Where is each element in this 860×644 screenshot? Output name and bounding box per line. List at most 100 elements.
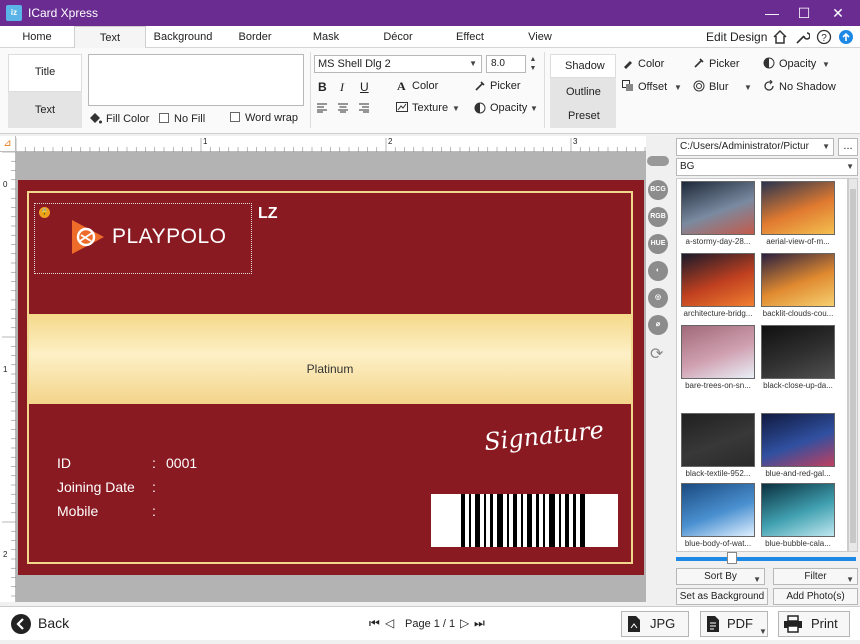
home-icon[interactable] — [772, 29, 788, 45]
sort-by-button[interactable]: Sort By ▼ — [676, 568, 765, 585]
fill-color-button[interactable]: Fill Color — [106, 113, 149, 125]
field-value-id[interactable]: 0001 — [166, 455, 197, 471]
tab-border[interactable]: Border — [228, 26, 282, 48]
thumbnail-caption: blue-bubble-cala... — [765, 539, 831, 548]
next-page-icon[interactable]: ▷ — [460, 616, 469, 630]
tab-decor[interactable]: Décor — [372, 26, 424, 48]
align-center-icon[interactable] — [337, 103, 349, 113]
shadow-opacity-button[interactable]: Opacity — [779, 58, 816, 70]
field-label-joining-date[interactable]: Joining Date — [57, 479, 135, 495]
edit-design-label[interactable]: Edit Design — [706, 30, 767, 44]
align-left-icon[interactable] — [316, 103, 328, 113]
text-side-tab[interactable]: Text — [8, 104, 82, 116]
thumbnail-scrollbar[interactable] — [848, 178, 858, 552]
underline-button[interactable]: U — [360, 80, 369, 94]
chevron-down-icon: ▼ — [846, 575, 854, 584]
align-right-icon[interactable] — [358, 103, 370, 113]
thumbnail-image[interactable] — [761, 253, 835, 307]
text-input-area[interactable] — [88, 54, 304, 106]
shadow-color-button[interactable]: Color — [638, 58, 664, 70]
thumbnail-image[interactable] — [761, 325, 835, 379]
last-page-icon[interactable]: ⏭ — [474, 616, 485, 631]
back-button[interactable]: Back — [38, 615, 69, 631]
shadow-tab[interactable]: Shadow — [565, 60, 605, 72]
folder-path-select[interactable]: C:/Users/Administrator/Pictur ▼ — [676, 138, 834, 156]
word-wrap-checkbox[interactable] — [230, 112, 240, 122]
shadow-offset-button[interactable]: Offset — [638, 81, 667, 93]
font-size-input[interactable]: 8.0 — [486, 55, 526, 73]
tab-home[interactable]: Home — [10, 26, 64, 48]
add-photos-button[interactable]: Add Photo(s) — [773, 588, 858, 605]
text-color-button[interactable]: Color — [412, 80, 438, 92]
shadow-picker-button[interactable]: Picker — [709, 58, 740, 70]
corner-initials[interactable]: LZ — [258, 205, 278, 223]
tab-text[interactable]: Text — [74, 26, 146, 49]
first-page-icon[interactable]: ⏮ — [369, 616, 380, 631]
toggle-switch[interactable] — [647, 156, 669, 166]
export-pdf-button[interactable]: PDF ▼ — [700, 611, 768, 637]
hue-button[interactable]: HUE — [648, 234, 668, 254]
tab-background[interactable]: Background — [150, 26, 216, 48]
back-arrow-icon[interactable] — [10, 613, 32, 635]
minimize-button[interactable]: — — [756, 0, 788, 26]
barcode[interactable] — [431, 494, 618, 547]
tab-view[interactable]: View — [514, 26, 566, 48]
close-button[interactable]: ✕ — [822, 0, 854, 26]
no-fill-checkbox[interactable] — [159, 113, 169, 123]
thumbnail-image[interactable] — [681, 325, 755, 379]
zoom-slider-handle[interactable] — [727, 552, 737, 564]
outline-tab[interactable]: Outline — [566, 86, 601, 98]
filter-button[interactable]: Filter ▼ — [773, 568, 858, 585]
help-icon[interactable]: ? — [816, 29, 832, 45]
thumbnail-image[interactable] — [681, 253, 755, 307]
eyedropper-icon — [475, 81, 485, 91]
upgrade-icon[interactable] — [838, 29, 854, 45]
field-label-mobile[interactable]: Mobile — [57, 503, 98, 519]
thumbnail-image[interactable] — [681, 413, 755, 467]
thumbnail-image[interactable] — [761, 483, 835, 537]
text-picker-button[interactable]: Picker — [490, 80, 521, 92]
tab-effect[interactable]: Effect — [444, 26, 496, 48]
bold-button[interactable]: B — [318, 80, 327, 94]
thumbnail-image[interactable] — [761, 181, 835, 235]
rgb-button[interactable]: RGB — [648, 207, 668, 227]
lock-icon[interactable]: 🔒 — [39, 207, 50, 218]
tab-mask[interactable]: Mask — [300, 26, 352, 48]
rotate-icon[interactable]: ⟳ — [650, 344, 663, 364]
browse-button[interactable]: ... — [838, 138, 858, 156]
category-select[interactable]: BG ▼ — [676, 158, 858, 176]
texture-chevron-icon: ▼ — [452, 104, 460, 113]
no-shadow-button[interactable]: No Shadow — [779, 81, 836, 93]
prev-page-icon[interactable]: ◁ — [385, 616, 394, 630]
texture-button[interactable]: Texture — [412, 102, 448, 114]
opacity-icon — [474, 102, 486, 114]
compass-icon[interactable]: ⌀ — [648, 315, 668, 335]
shadow-blur-button[interactable]: Blur — [709, 81, 729, 93]
ruler-left-label: 0 — [3, 180, 8, 189]
preset-tab[interactable]: Preset — [568, 110, 600, 122]
export-jpg-button[interactable]: JPG — [621, 611, 689, 637]
thumbnail-image[interactable] — [681, 483, 755, 537]
text-opacity-button[interactable]: Opacity — [490, 102, 527, 114]
italic-button[interactable]: I — [340, 80, 344, 95]
title-side-tab[interactable]: Title — [8, 66, 82, 78]
zoom-slider-track[interactable] — [676, 557, 856, 561]
thumbnail-image[interactable] — [681, 181, 755, 235]
card-tier-text[interactable]: Platinum — [29, 362, 631, 376]
font-size-spinner[interactable]: ▲ ▼ — [528, 55, 538, 73]
thumbnail-caption: blue-and-red-gal... — [765, 469, 831, 478]
background-library-panel: C:/Users/Administrator/Pictur ▼ ... BG ▼… — [672, 136, 860, 606]
target-icon[interactable]: ◎ — [648, 288, 668, 308]
bcg-button[interactable]: BCG — [648, 180, 668, 200]
set-as-background-button[interactable]: Set as Background — [676, 588, 768, 605]
wrench-icon[interactable] — [794, 29, 810, 45]
maximize-button[interactable]: ☐ — [788, 0, 820, 26]
thumbnail-caption: backlit-clouds-cou... — [762, 309, 834, 318]
print-button[interactable]: Print — [778, 611, 850, 637]
contrast-icon[interactable]: ◐ — [648, 261, 668, 281]
font-select[interactable]: MS Shell Dlg 2 ▼ — [314, 55, 482, 73]
menu-tabs: Home Text Background Border Mask Décor E… — [0, 26, 860, 49]
field-label-id[interactable]: ID — [57, 455, 71, 471]
thumbnail-image[interactable] — [761, 413, 835, 467]
id-card[interactable]: Platinum 🔒 PLAYPOLO LZ Signature ID : 00… — [18, 180, 644, 575]
